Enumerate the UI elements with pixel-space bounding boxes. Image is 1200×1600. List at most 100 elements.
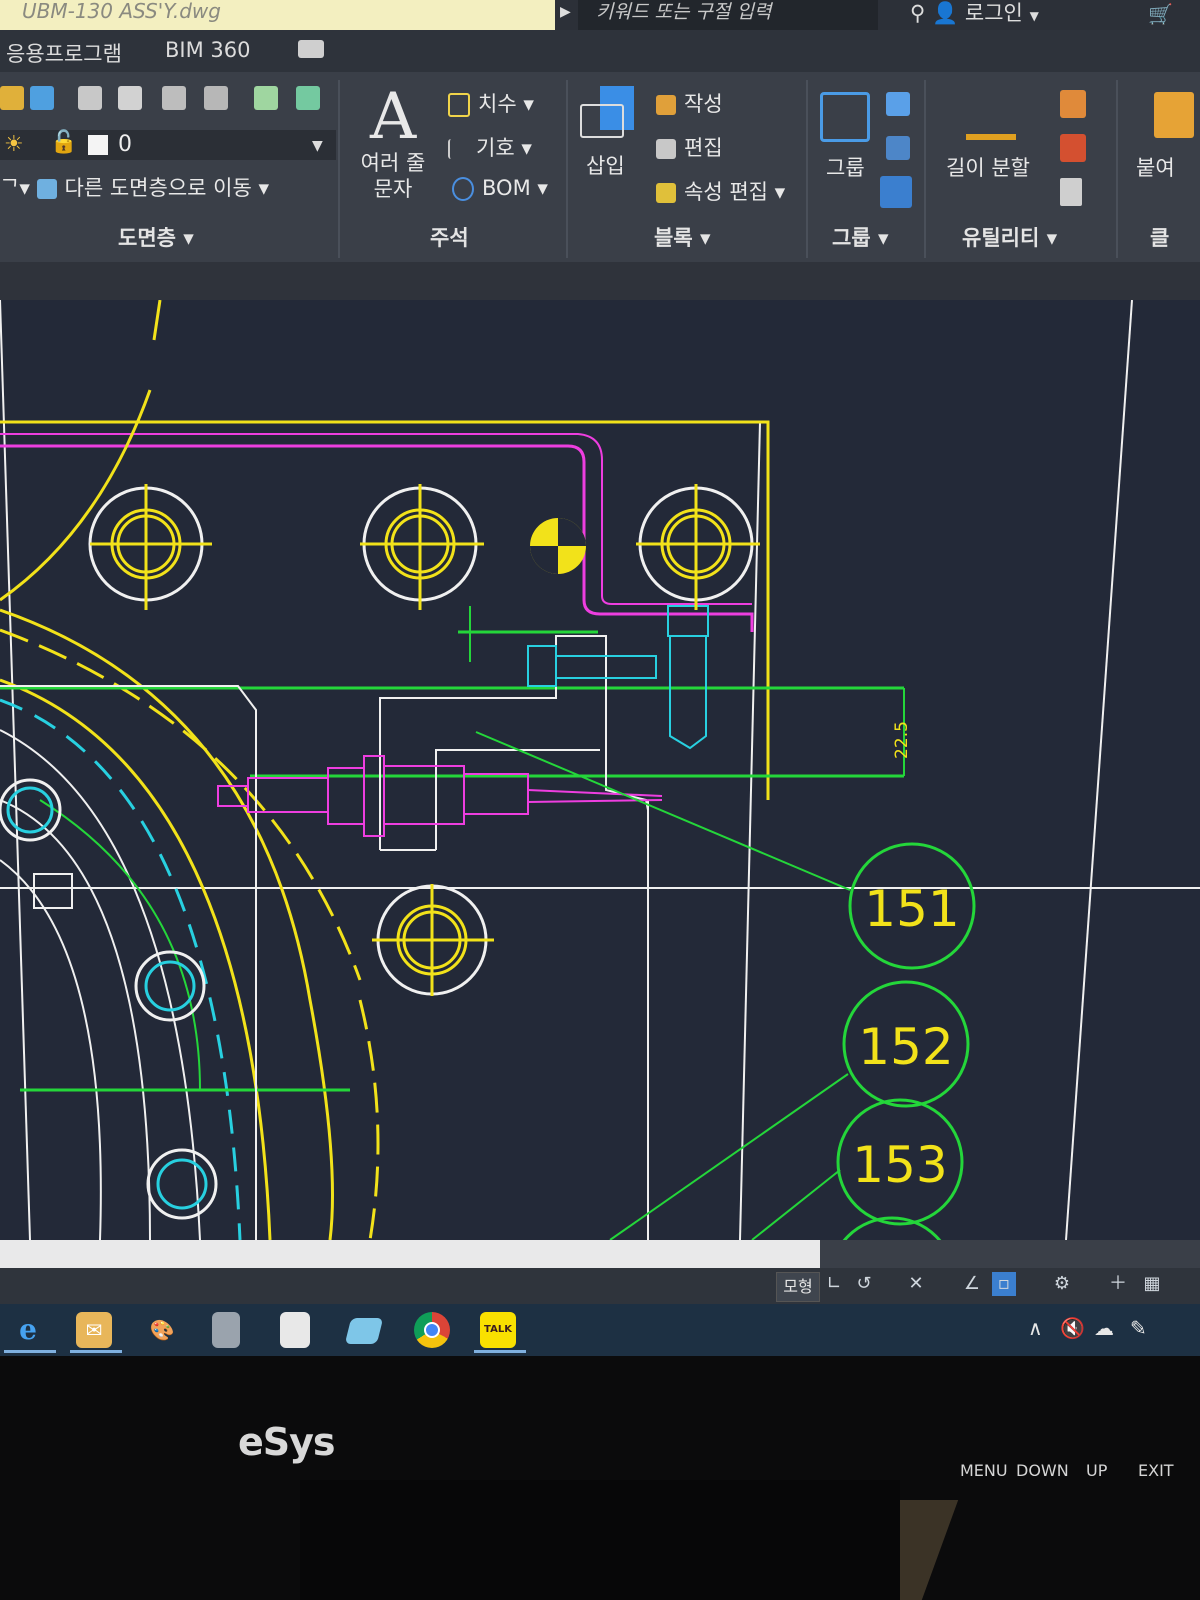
taskbar (0, 1304, 1200, 1356)
monitor-up-button[interactable]: UP (1086, 1461, 1107, 1480)
measure-icon[interactable] (966, 100, 1016, 140)
attribute-edit-button[interactable]: 속성 편집 ▾ (656, 176, 785, 206)
monitor-menu-button[interactable]: MENU (960, 1461, 1008, 1480)
move-to-layer-label: 다른 도면층으로 이동 (64, 176, 252, 200)
mtext-button[interactable]: 여러 줄 문자 (358, 150, 428, 202)
layer-off-icon[interactable] (162, 86, 186, 110)
binoculars-icon: ⚲ (910, 1, 926, 25)
ungroup-icon[interactable] (886, 92, 910, 116)
model-tab-button[interactable]: 모형 (776, 1272, 820, 1302)
divider (806, 80, 808, 258)
panel-toggle-icon[interactable] (298, 40, 324, 58)
panel-label-annotation[interactable]: 주석 (430, 222, 469, 252)
file-name: UBM-130 ASS'Y.dwg (22, 0, 221, 23)
panel-label-text: 블록 (654, 226, 693, 250)
hole (360, 484, 484, 610)
move-to-layer-button[interactable]: ᄀ▾ 다른 도면층으로 이동 ▾ (0, 172, 269, 202)
group-button[interactable]: 그룹 (826, 152, 865, 182)
bom-button[interactable]: BOM ▾ (452, 176, 548, 201)
ribbon-bottom-border (0, 262, 1200, 300)
file-tab[interactable]: UBM-130 ASS'Y.dwg (0, 0, 555, 30)
paste-icon[interactable] (1154, 92, 1194, 138)
balloon-number: 152 (858, 1018, 953, 1076)
volume-muted-icon[interactable]: 🔇 (1060, 1316, 1085, 1340)
polar-icon[interactable]: ↺ (852, 1272, 876, 1296)
arc-yellow-dashed (358, 999, 380, 1241)
group-select-icon[interactable] (880, 176, 912, 208)
horizontal-scrollbar[interactable] (0, 1240, 820, 1270)
chevron-down-icon: ▼ (312, 138, 323, 154)
panel-label-group[interactable]: 그룹 ▾ (832, 222, 889, 252)
divider (566, 80, 568, 258)
monitor-stand (300, 1480, 900, 1600)
login-button[interactable]: ⚲ 👤 로그인 ▼ (910, 0, 1039, 30)
cloud-icon[interactable]: ☁ (1094, 1316, 1114, 1340)
divide-button[interactable]: 길이 분할 (946, 152, 1030, 182)
cyan-bolt (669, 636, 707, 750)
search-arrow-icon: ▶ (560, 4, 571, 20)
chevron-up-icon[interactable]: ∧ (1028, 1316, 1043, 1340)
layer-previous-icon[interactable] (296, 86, 320, 110)
layer-tool-icon[interactable] (0, 86, 24, 110)
internet-explorer-icon[interactable]: e (10, 1312, 46, 1348)
leader-button[interactable]: 기호 ▾ (448, 132, 532, 162)
leader-label: 기호 (476, 136, 515, 160)
layer-move-icon: ᄀ▾ (0, 176, 37, 200)
layer-state-icon[interactable] (30, 86, 54, 110)
model-label: 모형 (783, 1277, 813, 1296)
notepad-icon[interactable] (280, 1312, 310, 1348)
calculator-icon[interactable] (212, 1312, 240, 1348)
layer-isolate-icon[interactable] (78, 86, 102, 110)
mail-icon[interactable]: ✉ (76, 1312, 112, 1348)
panel-label-block[interactable]: 블록 ▾ (654, 222, 711, 252)
layer-tools-row (0, 86, 330, 114)
dimension-label: 치수 (478, 92, 517, 116)
selection-icon[interactable]: ▫ (992, 1272, 1016, 1296)
part-edge (0, 299, 31, 1241)
create-block-button[interactable]: 작성 (656, 88, 723, 118)
cart-icon[interactable]: 🛒 (1148, 2, 1173, 26)
layer-freeze-icon[interactable] (118, 86, 142, 110)
panel-label-clipboard[interactable]: 클 (1150, 222, 1169, 252)
layer-match-icon[interactable] (254, 86, 278, 110)
dimension-button[interactable]: 치수 ▾ (448, 88, 534, 118)
search-placeholder: 키워드 또는 구절 입력 (596, 1, 772, 23)
ortho-icon[interactable]: ∟ (822, 1272, 846, 1296)
gear-icon[interactable]: ⚙ (1050, 1272, 1074, 1296)
leader-icon (448, 139, 468, 159)
cad-drawing: 22.5 151 152 153 (0, 299, 1200, 1344)
search-input[interactable]: 키워드 또는 구절 입력 (578, 0, 878, 30)
monitor-exit-button[interactable]: EXIT (1138, 1461, 1174, 1480)
group-icon[interactable] (820, 92, 870, 142)
plus-icon[interactable]: ＋ (1106, 1272, 1130, 1296)
insert-block-icon[interactable] (580, 86, 636, 142)
monitor-down-button[interactable]: DOWN (1016, 1461, 1069, 1480)
bolt-head (146, 1148, 218, 1220)
layer-lock-icon[interactable] (204, 86, 228, 110)
osnap-icon[interactable]: ✕ (904, 1272, 928, 1296)
panel-label-utilities[interactable]: 유틸리티 ▾ (962, 222, 1057, 252)
tab-apps[interactable]: 응용프로그램 (6, 38, 122, 68)
paint-icon[interactable]: 🎨 (144, 1312, 180, 1348)
kakaotalk-icon[interactable]: TALK (480, 1312, 516, 1348)
quick-select-icon[interactable] (1060, 90, 1086, 118)
insert-button[interactable]: 삽입 (586, 150, 625, 180)
chrome-icon[interactable] (414, 1312, 450, 1348)
tab-bim360[interactable]: BIM 360 (165, 38, 250, 62)
paste-button[interactable]: 붙여 (1136, 152, 1175, 182)
id-point-icon[interactable] (1060, 134, 1086, 162)
bom-icon (452, 177, 474, 201)
calculator-icon[interactable] (1060, 178, 1082, 206)
login-label: 로그인 (964, 1, 1023, 25)
mtext-icon[interactable]: A (370, 80, 416, 154)
dimension-icon (448, 93, 470, 117)
angle-icon[interactable]: ∠ (960, 1272, 984, 1296)
pen-icon[interactable]: ✎ (1130, 1316, 1147, 1340)
group-edit-icon[interactable] (886, 136, 910, 160)
panel-label-text: 유틸리티 (962, 226, 1040, 250)
sensor-cable (527, 789, 663, 797)
edit-block-button[interactable]: 편집 (656, 132, 723, 162)
panel-label-layers[interactable]: 도면층 ▾ (118, 222, 194, 252)
drawing-canvas[interactable]: 22.5 151 152 153 (0, 299, 1200, 1344)
layout-icon[interactable]: ▦ (1140, 1272, 1164, 1296)
